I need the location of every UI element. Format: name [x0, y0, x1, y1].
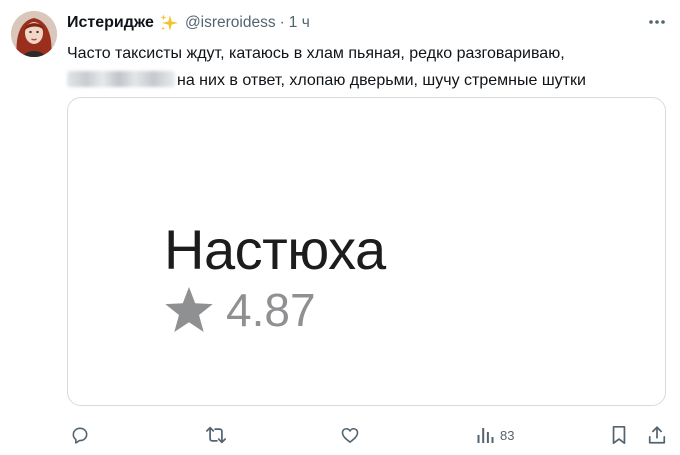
rating-value: 4.87 [226, 284, 316, 336]
separator-dot: · [279, 14, 285, 31]
media-card[interactable]: Настюха 4.87 [67, 97, 666, 406]
driver-name: Настюха [164, 218, 386, 281]
tweet: Истеридже @isreroidess · 1 ч Часто такси… [0, 0, 680, 455]
tweet-text: Часто таксисты ждут, катаюсь в хлам пьян… [67, 40, 667, 94]
timestamp[interactable]: 1 ч [289, 14, 310, 32]
action-bar: 83 [0, 420, 680, 450]
share-button[interactable] [647, 423, 667, 447]
retweet-icon [206, 426, 226, 444]
blurred-word [67, 71, 175, 87]
reply-button[interactable] [70, 423, 90, 447]
tweet-header: Истеридже @isreroidess · 1 ч [67, 12, 310, 34]
driver-rating: 4.87 [164, 283, 316, 337]
tweet-text-line-2: на них в ответ, хлопаю дверьми, шучу стр… [177, 72, 586, 89]
avatar-image [11, 11, 57, 57]
avatar[interactable] [11, 11, 57, 57]
more-horizontal-icon [649, 20, 665, 24]
views-count: 83 [500, 427, 515, 443]
user-handle[interactable]: @isreroidess [185, 14, 276, 32]
tweet-text-line-2-container: на них в ответ, хлопаю дверьми, шучу стр… [67, 67, 667, 94]
views-button[interactable]: 83 [476, 423, 514, 447]
heart-icon [341, 427, 359, 443]
tweet-text-line-1: Часто таксисты ждут, катаюсь в хлам пьян… [67, 45, 565, 62]
bookmark-icon [612, 425, 626, 445]
bookmark-button[interactable] [610, 423, 628, 447]
share-icon [648, 426, 666, 444]
reply-icon [72, 427, 88, 444]
retweet-button[interactable] [205, 423, 227, 447]
display-name[interactable]: Истеридже [67, 14, 154, 32]
more-options-button[interactable] [646, 12, 668, 32]
like-button[interactable] [340, 423, 360, 447]
star-icon [164, 286, 214, 334]
sparkles-icon [159, 13, 179, 33]
views-icon [477, 428, 494, 443]
